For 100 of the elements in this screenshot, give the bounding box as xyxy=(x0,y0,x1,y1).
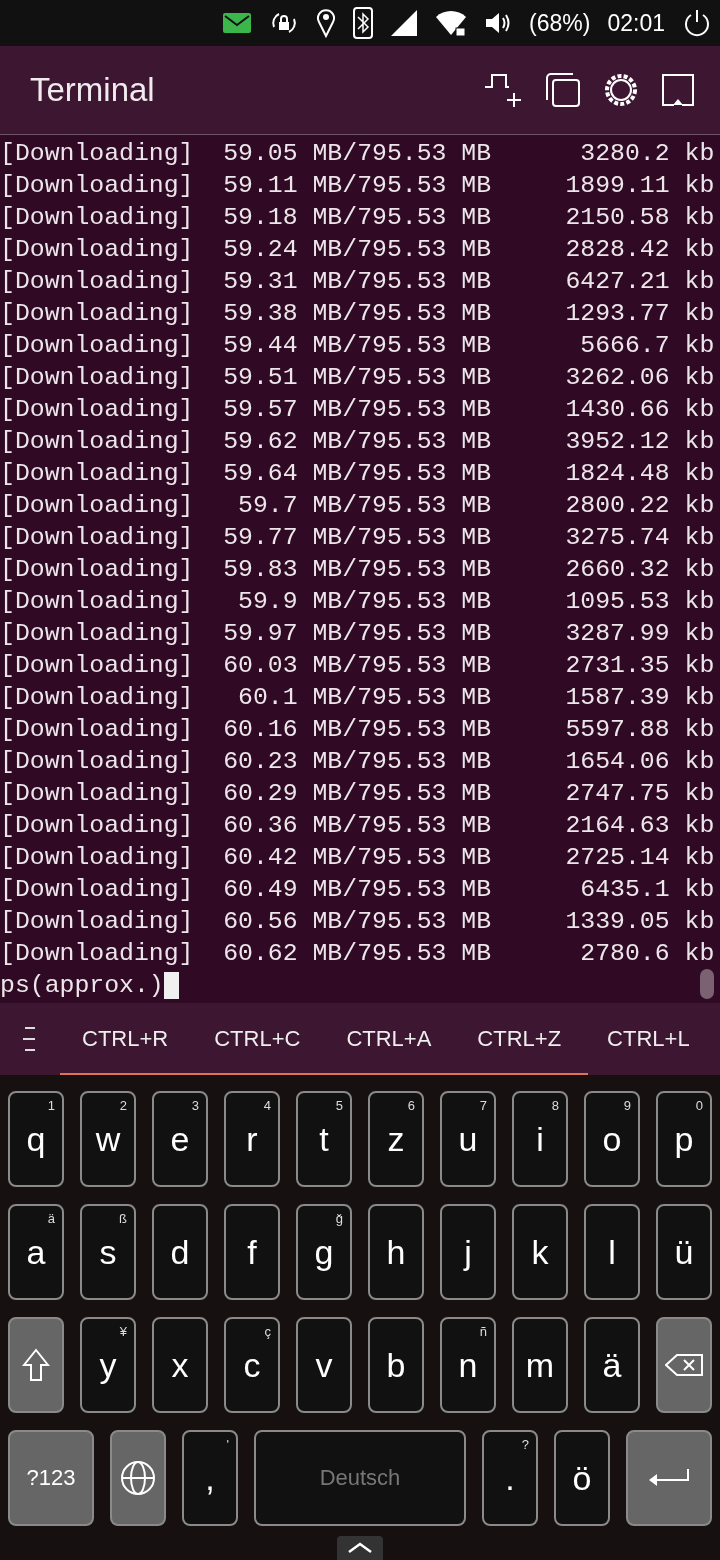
key-hint: ğ xyxy=(335,1211,343,1226)
key-hint: ä xyxy=(47,1211,55,1226)
enter-icon xyxy=(648,1467,690,1489)
key[interactable]: ö xyxy=(554,1430,610,1526)
terminal-line: [Downloading] 59.77 MB/795.53 MB 3275.74 kb xyxy=(0,522,715,553)
terminal-line: [Downloading] 59.64 MB/795.53 MB 1824.48 kb xyxy=(0,458,715,489)
key[interactable]: m xyxy=(512,1317,568,1413)
terminal-line: [Downloading] 59.31 MB/795.53 MB 6427.21 kb xyxy=(0,266,715,297)
terminal-line: [Downloading] 60.03 MB/795.53 MB 2731.35 kb xyxy=(0,650,715,681)
key[interactable]: 8 i xyxy=(512,1091,568,1187)
settings-icon[interactable] xyxy=(604,73,638,107)
key[interactable]: ä xyxy=(584,1317,640,1413)
terminal-line: [Downloading] 59.62 MB/795.53 MB 3952.12 kb xyxy=(0,426,715,457)
shortcut-button[interactable]: CTRL+Z xyxy=(454,1026,585,1052)
terminal-line: [Downloading] 60.23 MB/795.53 MB 1654.06 kb xyxy=(0,746,715,777)
language-key[interactable] xyxy=(110,1430,166,1526)
key-hint: 1 xyxy=(47,1098,55,1113)
terminal-line: [Downloading] 59.18 MB/795.53 MB 2150.58 kb xyxy=(0,202,715,233)
key[interactable]: j xyxy=(440,1204,496,1300)
new-tab-icon[interactable] xyxy=(484,73,522,107)
shift-key[interactable] xyxy=(8,1317,64,1413)
key-hint: ' xyxy=(226,1437,229,1452)
key[interactable]: 2 w xyxy=(80,1091,136,1187)
scrollbar-thumb[interactable] xyxy=(700,969,714,999)
terminal-line: [Downloading] 60.36 MB/795.53 MB 2164.63 kb xyxy=(0,810,715,841)
signal-icon xyxy=(390,9,419,37)
key[interactable]: ' , xyxy=(182,1430,238,1526)
window-icon[interactable] xyxy=(662,74,694,106)
key[interactable]: b xyxy=(368,1317,424,1413)
key[interactable]: x xyxy=(152,1317,208,1413)
key-hint: 7 xyxy=(479,1098,487,1113)
key-hint: 8 xyxy=(551,1098,559,1113)
terminal-line: [Downloading] 60.62 MB/795.53 MB 2780.6 kb xyxy=(0,938,715,969)
shortcut-button[interactable]: CTRL+C xyxy=(191,1026,324,1052)
key[interactable]: h xyxy=(368,1204,424,1300)
key[interactable]: f xyxy=(224,1204,280,1300)
menu-icon[interactable] xyxy=(23,1026,37,1052)
wifi-icon xyxy=(435,9,468,37)
key-hint: 5 xyxy=(335,1098,343,1113)
shortcut-button[interactable]: CTRL+A xyxy=(323,1026,455,1052)
backspace-key[interactable] xyxy=(656,1317,712,1413)
cursor xyxy=(163,971,179,999)
key-hint: 9 xyxy=(623,1098,631,1113)
key[interactable]: ? . xyxy=(482,1430,538,1526)
key[interactable]: ñ n xyxy=(440,1317,496,1413)
power-icon xyxy=(682,8,712,38)
key[interactable]: 5 t xyxy=(296,1091,352,1187)
shortcut-button[interactable]: CTRL+L xyxy=(584,1026,713,1052)
key[interactable]: 6 z xyxy=(368,1091,424,1187)
terminal-line: [Downloading] 59.57 MB/795.53 MB 1430.66 kb xyxy=(0,394,715,425)
key-hint: ñ xyxy=(479,1324,487,1339)
terminal-line: [Downloading] 60.1 MB/795.53 MB 1587.39 kb xyxy=(0,682,715,713)
key[interactable]: ç c xyxy=(224,1317,280,1413)
location-icon xyxy=(316,8,337,38)
key[interactable]: k xyxy=(512,1204,568,1300)
key[interactable]: 9 o xyxy=(584,1091,640,1187)
key[interactable]: 0 p xyxy=(656,1091,712,1187)
bluetooth-icon xyxy=(353,7,374,39)
terminal-line: ps(approx.) xyxy=(0,970,164,1001)
key[interactable]: ü xyxy=(656,1204,712,1300)
key[interactable]: 7 u xyxy=(440,1091,496,1187)
terminal-line: [Downloading] 59.11 MB/795.53 MB 1899.11 kb xyxy=(0,170,715,201)
symbols-key[interactable]: ?123 xyxy=(8,1430,94,1526)
key-hint: 6 xyxy=(407,1098,415,1113)
clock: 02:01 xyxy=(607,9,665,37)
key[interactable]: 4 r xyxy=(224,1091,280,1187)
key[interactable]: ä a xyxy=(8,1204,64,1300)
key[interactable]: l xyxy=(584,1204,640,1300)
key[interactable]: 3 e xyxy=(152,1091,208,1187)
terminal-line: [Downloading] 59.7 MB/795.53 MB 2800.22 kb xyxy=(0,490,715,521)
key[interactable]: d xyxy=(152,1204,208,1300)
key-hint: 4 xyxy=(263,1098,271,1113)
key-hint: 2 xyxy=(119,1098,127,1113)
key[interactable]: 1 q xyxy=(8,1091,64,1187)
key[interactable]: v xyxy=(296,1317,352,1413)
key-hint: ¥ xyxy=(119,1324,127,1339)
terminal-line: [Downloading] 60.42 MB/795.53 MB 2725.14 kb xyxy=(0,842,715,873)
key[interactable]: ğ g xyxy=(296,1204,352,1300)
terminal-line: [Downloading] 60.49 MB/795.53 MB 6435.1 kb xyxy=(0,874,715,905)
terminal-line: [Downloading] 59.83 MB/795.53 MB 2660.32 kb xyxy=(0,554,715,585)
mail-icon xyxy=(222,12,253,34)
terminal-line: [Downloading] 60.16 MB/795.53 MB 5597.88 kb xyxy=(0,714,715,745)
keyboard-handle[interactable] xyxy=(337,1536,383,1560)
copy-icon[interactable] xyxy=(546,73,580,107)
terminal-line: [Downloading] 59.38 MB/795.53 MB 1293.77 kb xyxy=(0,298,715,329)
shift-arrow-icon xyxy=(22,1348,50,1382)
key-hint: ß xyxy=(119,1211,127,1226)
terminal-line: [Downloading] 59.9 MB/795.53 MB 1095.53 kb xyxy=(0,586,715,617)
key[interactable]: ¥ y xyxy=(80,1317,136,1413)
shortcut-button[interactable]: CTRL+R xyxy=(59,1026,192,1052)
terminal-line: [Downloading] 59.97 MB/795.53 MB 3287.99 kb xyxy=(0,618,715,649)
terminal-line: [Downloading] 60.56 MB/795.53 MB 1339.05 kb xyxy=(0,906,715,937)
battery-text: (68%) xyxy=(529,9,591,37)
key[interactable]: ß s xyxy=(80,1204,136,1300)
terminal-line: [Downloading] 59.05 MB/795.53 MB 3280.2 kb xyxy=(0,138,715,169)
terminal-line: [Downloading] 59.24 MB/795.53 MB 2828.42 kb xyxy=(0,234,715,265)
globe-icon xyxy=(120,1460,156,1496)
backspace-icon xyxy=(665,1353,703,1377)
space-key[interactable]: Deutsch xyxy=(254,1430,466,1526)
terminal-line: [Downloading] 60.29 MB/795.53 MB 2747.75 kb xyxy=(0,778,715,809)
